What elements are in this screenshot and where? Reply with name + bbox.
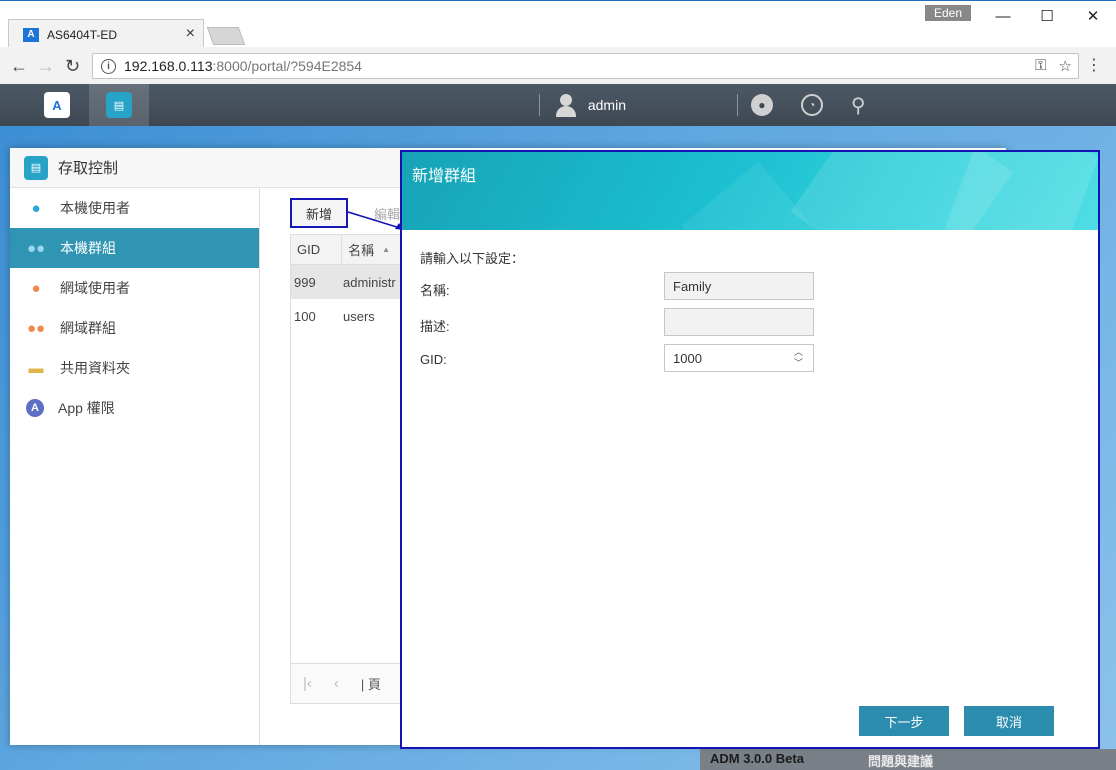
browser-tab[interactable]: A AS6404T-ED ×: [8, 19, 204, 48]
url-text: 192.168.0.113:8000/portal/?594E2854: [124, 58, 362, 74]
app-privilege-icon: A: [26, 399, 44, 417]
username[interactable]: admin: [588, 97, 626, 113]
sidebar-item-label: 本機使用者: [60, 200, 130, 216]
search-icon[interactable]: ⚲: [851, 93, 866, 118]
user-icon: ●: [31, 279, 41, 297]
tab-title: AS6404T-ED: [47, 27, 118, 42]
access-control-icon: ▤: [106, 92, 132, 118]
browser-toolbar: ← → ↻ i 192.168.0.113:8000/portal/?594E2…: [0, 47, 1116, 85]
minimize-button[interactable]: —: [980, 5, 1026, 27]
info-icon[interactable]: i: [101, 58, 116, 74]
adm-taskbar: A ▤ admin ● ◔ ⚲: [0, 84, 1116, 126]
create-group-dialog: 新增群組 請輸入以下設定： 名稱: Family 描述: GID: 1000 ︿…: [400, 150, 1100, 749]
sidebar-item-domain-groups[interactable]: ●● 網域群組: [10, 308, 259, 348]
sidebar-item-domain-users[interactable]: ● 網域使用者: [10, 268, 259, 308]
sidebar-item-shared-folders[interactable]: ▬ 共用資料夾: [10, 348, 259, 388]
prompt-text: 請輸入以下設定：: [420, 251, 525, 266]
pagination-bar: |‹ ‹ | 頁: [290, 664, 410, 704]
first-page-icon[interactable]: |‹: [303, 675, 312, 692]
next-button[interactable]: 下一步: [859, 706, 949, 736]
back-icon[interactable]: ←: [10, 56, 28, 77]
previous-page-icon[interactable]: ‹: [334, 675, 339, 692]
gid-value: 1000: [673, 350, 702, 366]
dialog-header: 新增群組: [402, 152, 1098, 230]
forward-icon[interactable]: →: [37, 56, 55, 77]
tab-strip: A AS6404T-ED × Eden — ☐ ✕: [0, 1, 1116, 48]
divider: [736, 94, 738, 116]
table-header: GID 名稱 ▲: [291, 235, 409, 265]
sidebar-item-label: 本機群組: [60, 240, 116, 256]
chevron-down-icon[interactable]: ﹀: [794, 358, 803, 369]
column-header-name[interactable]: 名稱 ▲: [342, 235, 409, 264]
user-icon[interactable]: [554, 93, 578, 117]
cancel-button[interactable]: 取消: [964, 706, 1054, 736]
group-table: GID 名稱 ▲ 999 administr 100 users: [290, 234, 410, 664]
sidebar-item-app-privileges[interactable]: A App 權限: [10, 388, 259, 428]
menu-icon[interactable]: ⋮: [1086, 55, 1102, 75]
close-tab-icon[interactable]: ×: [186, 25, 195, 43]
name-label: 名稱:: [420, 283, 450, 298]
chevron-up-icon[interactable]: ︿: [794, 347, 803, 358]
sidebar-item-local-groups[interactable]: ●● 本機群組: [10, 228, 259, 268]
maximize-button[interactable]: ☐: [1024, 5, 1070, 27]
sidebar-item-label: 共用資料夾: [60, 360, 130, 376]
column-header-gid[interactable]: GID: [291, 235, 343, 264]
sidebar-item-label: 網域使用者: [60, 280, 130, 296]
feedback-text[interactable]: 問題與建議: [868, 751, 933, 770]
address-bar[interactable]: i 192.168.0.113:8000/portal/?594E2854 ⚿ …: [92, 53, 1079, 79]
page-label: | 頁: [360, 677, 381, 692]
access-control-icon: ▤: [24, 155, 48, 180]
adm-logo-icon: A: [44, 92, 70, 118]
gid-stepper[interactable]: 1000 ︿ ﹀: [664, 344, 814, 372]
favicon-icon: A: [23, 27, 39, 42]
name-field[interactable]: Family: [664, 272, 814, 300]
new-tab-button[interactable]: [206, 27, 246, 45]
browser-chrome: A AS6404T-ED × Eden — ☐ ✕ ← → ↻ i 192.16…: [0, 0, 1116, 85]
notification-icon[interactable]: ●: [750, 94, 773, 116]
close-window-button[interactable]: ✕: [1070, 5, 1116, 27]
divider: [538, 94, 540, 116]
annotation-arrow: [348, 211, 404, 230]
add-button[interactable]: 新增: [290, 198, 348, 228]
cell-gid: 100: [294, 308, 316, 324]
user-icon: ●: [31, 199, 41, 217]
bookmark-star-icon[interactable]: ☆: [1059, 57, 1072, 75]
sidebar-item-label: App 權限: [58, 400, 115, 416]
adm-version-text: ADM 3.0.0 Beta: [710, 751, 804, 766]
group-icon: ●●: [26, 319, 46, 337]
reload-icon[interactable]: ↻: [65, 56, 80, 77]
dialog-title: 新增群組: [412, 168, 477, 185]
sidebar-item-local-users[interactable]: ● 本機使用者: [10, 188, 259, 228]
table-row[interactable]: 100 users: [291, 299, 409, 333]
key-icon[interactable]: ⚿: [1035, 57, 1046, 75]
group-icon: ●●: [26, 239, 46, 257]
profile-badge[interactable]: Eden: [925, 5, 971, 21]
stepper-arrows[interactable]: ︿ ﹀: [794, 347, 803, 369]
description-label: 描述:: [420, 319, 450, 334]
description-field[interactable]: [664, 308, 814, 336]
cell-gid: 999: [294, 274, 316, 290]
folder-icon: ▬: [28, 359, 44, 377]
sidebar-item-label: 網域群組: [60, 320, 116, 336]
cell-name: administr: [343, 274, 396, 290]
window-title: 存取控制: [58, 160, 119, 177]
dashboard-icon[interactable]: ◔: [800, 94, 823, 116]
gid-label: GID:: [420, 352, 447, 367]
cell-name: users: [343, 308, 375, 324]
access-control-taskbar-button[interactable]: ▤: [89, 84, 149, 126]
sort-ascending-icon: ▲: [382, 245, 391, 254]
adm-home-button[interactable]: A: [27, 84, 87, 126]
sidebar: ● 本機使用者 ●● 本機群組 ● 網域使用者 ●● 網域群組 ▬ 共用資料夾 …: [10, 188, 260, 745]
table-row[interactable]: 999 administr: [291, 265, 409, 299]
